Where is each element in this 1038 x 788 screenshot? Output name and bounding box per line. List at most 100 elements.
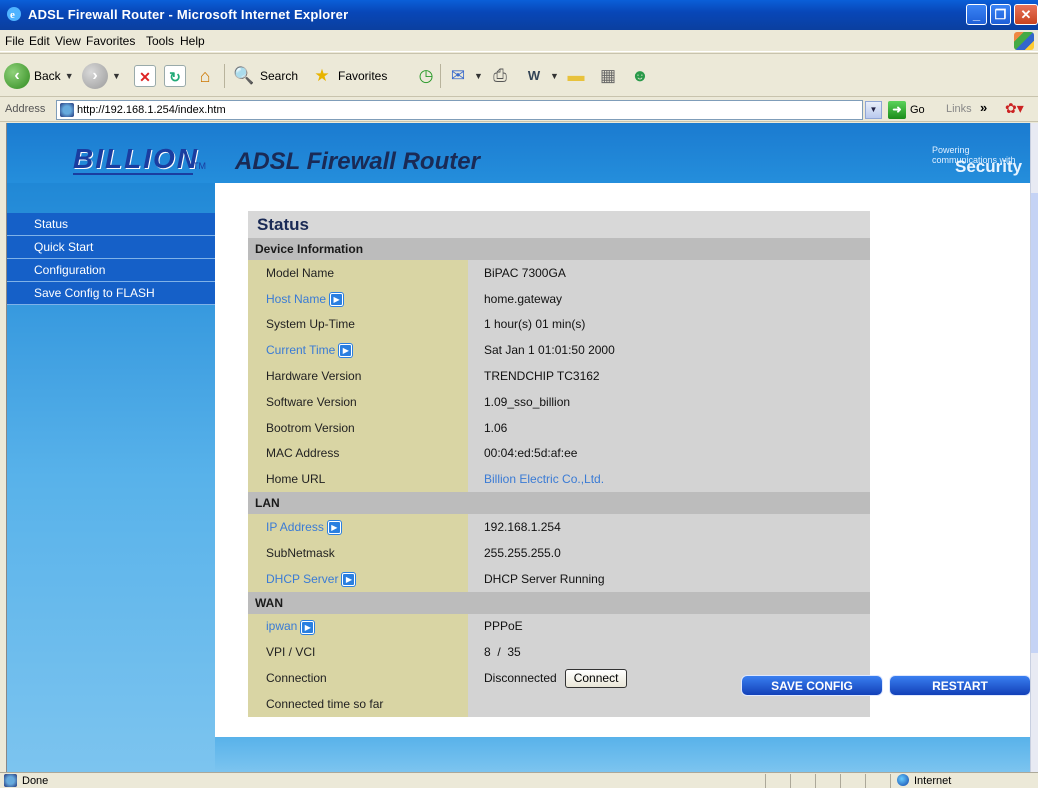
row-value: home.gateway: [468, 285, 870, 312]
address-url: http://192.168.1.254/index.htm: [77, 104, 226, 116]
restart-button[interactable]: RESTART: [889, 675, 1031, 696]
table-row: Hardware Version TRENDCHIP TC3162: [248, 363, 870, 389]
table-row: MAC Address 00:04:ed:5d:af:ee: [248, 440, 870, 467]
row-value: TRENDCHIP TC3162: [468, 363, 870, 389]
menu-view[interactable]: View: [55, 34, 81, 48]
window-titlebar: e ADSL Firewall Router - Microsoft Inter…: [0, 0, 1038, 30]
search-icon: 🔍: [233, 66, 255, 85]
address-input[interactable]: http://192.168.1.254/index.htm: [56, 100, 863, 120]
print-icon: ⎙: [493, 66, 507, 85]
row-value: 00:04:ed:5d:af:ee: [468, 440, 870, 467]
dhcp-server-link[interactable]: DHCP Server ▶: [248, 565, 468, 592]
back-button[interactable]: ‹ Back ▼: [4, 62, 74, 90]
links-chevron-icon[interactable]: »: [980, 100, 987, 115]
mail-dropdown-icon[interactable]: ▼: [474, 71, 483, 81]
table-row: Model Name BiPAC 7300GA: [248, 260, 870, 286]
page-title: ADSL Firewall Router: [235, 148, 480, 175]
nav-menu: Status Quick Start Configuration Save Co…: [7, 213, 215, 305]
go-button[interactable]: ➜ Go: [888, 101, 925, 119]
row-label: Home URL: [248, 466, 468, 493]
menu-favorites[interactable]: Favorites: [86, 34, 135, 48]
arrow-right-icon[interactable]: ▶: [339, 344, 353, 358]
row-label: Current Time: [266, 343, 336, 358]
home-icon: ⌂: [199, 66, 211, 86]
favorites-button[interactable]: ★ Favorites: [310, 62, 387, 90]
row-label: Software Version: [248, 388, 468, 415]
nav-status[interactable]: Status: [7, 213, 215, 236]
menu-file[interactable]: File: [5, 34, 24, 48]
refresh-button[interactable]: ↻: [164, 62, 186, 90]
nav-save-config-flash[interactable]: Save Config to FLASH: [7, 282, 215, 305]
table-row: Bootrom Version 1.06: [248, 414, 870, 441]
row-value: 1.09_sso_billion: [468, 388, 870, 415]
mail-button[interactable]: ✉ ▼: [446, 62, 483, 90]
row-label: DHCP Server: [266, 571, 339, 586]
forward-button[interactable]: › ▼: [82, 62, 121, 90]
toolbar-separator: [440, 64, 441, 88]
menu-tools[interactable]: Tools: [146, 34, 174, 48]
status-bar: Done Internet: [0, 772, 1038, 788]
table-row: VPI / VCI 8 / 35: [248, 639, 870, 666]
arrow-right-icon[interactable]: ▶: [342, 572, 356, 586]
table-row: DHCP Server ▶ DHCP Server Running: [248, 565, 870, 592]
row-value: Sat Jan 1 01:01:50 2000: [468, 337, 870, 364]
row-value: DHCP Server Running: [468, 565, 870, 592]
address-dropdown-icon[interactable]: ▼: [865, 101, 882, 119]
current-time-link[interactable]: Current Time ▶: [248, 337, 468, 364]
research-icon: ▦: [599, 66, 617, 85]
row-label: ipwan: [266, 619, 298, 634]
nav-quick-start[interactable]: Quick Start: [7, 236, 215, 259]
scrollbar-thumb[interactable]: [1031, 193, 1038, 653]
home-url-link[interactable]: Billion Electric Co.,Ltd.: [468, 466, 870, 493]
history-button[interactable]: ◷: [414, 62, 438, 90]
row-value: 255.255.255.0: [468, 539, 870, 566]
status-text: Done: [22, 775, 49, 787]
edit-dropdown-icon[interactable]: ▼: [550, 71, 559, 81]
stop-button[interactable]: ✕: [134, 62, 156, 90]
edit-button[interactable]: W ▼: [522, 62, 559, 90]
ipwan-link[interactable]: ipwan ▶: [248, 613, 468, 640]
close-button[interactable]: ✕: [1014, 4, 1038, 25]
host-name-link[interactable]: Host Name ▶: [248, 285, 468, 312]
status-table: Status Device Information Model Name BiP…: [248, 211, 870, 717]
slogan-big: Security: [955, 157, 1023, 176]
menu-edit[interactable]: Edit: [29, 34, 50, 48]
row-label: SubNetmask: [248, 539, 468, 566]
row-label: IP Address: [266, 519, 324, 534]
ip-address-link[interactable]: IP Address ▶: [248, 514, 468, 540]
statusbar-divider: [790, 774, 791, 788]
page-icon: [60, 103, 74, 117]
vertical-scrollbar[interactable]: [1030, 123, 1038, 772]
save-config-button[interactable]: SAVE CONFIG: [741, 675, 883, 696]
print-button[interactable]: ⎙: [488, 62, 512, 90]
router-page: BILLION TM Powering communications with …: [7, 123, 1031, 772]
forward-dropdown-icon[interactable]: ▼: [112, 71, 121, 81]
toolbar-addon-icon[interactable]: ✿▾: [1005, 100, 1024, 117]
row-value: 1.06: [468, 414, 870, 441]
row-value: BiPAC 7300GA: [468, 260, 870, 286]
arrow-right-icon[interactable]: ▶: [327, 521, 341, 535]
nav-configuration[interactable]: Configuration: [7, 259, 215, 282]
section-wan: WAN: [248, 591, 870, 614]
arrow-right-icon[interactable]: ▶: [330, 292, 344, 306]
search-button[interactable]: 🔍 Search: [232, 62, 298, 90]
maximize-button[interactable]: ❐: [990, 4, 1011, 25]
table-row: Current Time ▶ Sat Jan 1 01:01:50 2000: [248, 337, 870, 364]
minimize-button[interactable]: _: [966, 4, 987, 25]
arrow-right-icon[interactable]: ▶: [301, 620, 315, 634]
ie-icon: e: [6, 6, 22, 22]
section-lan: LAN: [248, 492, 870, 515]
star-icon: ★: [314, 66, 330, 85]
messenger-button[interactable]: ☻: [628, 62, 652, 90]
status-heading: Status: [248, 211, 870, 238]
home-button[interactable]: ⌂: [194, 62, 216, 90]
bottom-band: [215, 737, 1031, 772]
research-button[interactable]: ▦: [596, 62, 620, 90]
connect-button[interactable]: Connect: [564, 668, 628, 688]
back-dropdown-icon[interactable]: ▼: [65, 71, 74, 81]
folder-button[interactable]: ▬: [564, 62, 588, 90]
logo-trademark: TM: [193, 161, 206, 171]
menu-help[interactable]: Help: [180, 34, 205, 48]
page-done-icon: [4, 774, 17, 787]
links-label[interactable]: Links: [946, 103, 972, 115]
